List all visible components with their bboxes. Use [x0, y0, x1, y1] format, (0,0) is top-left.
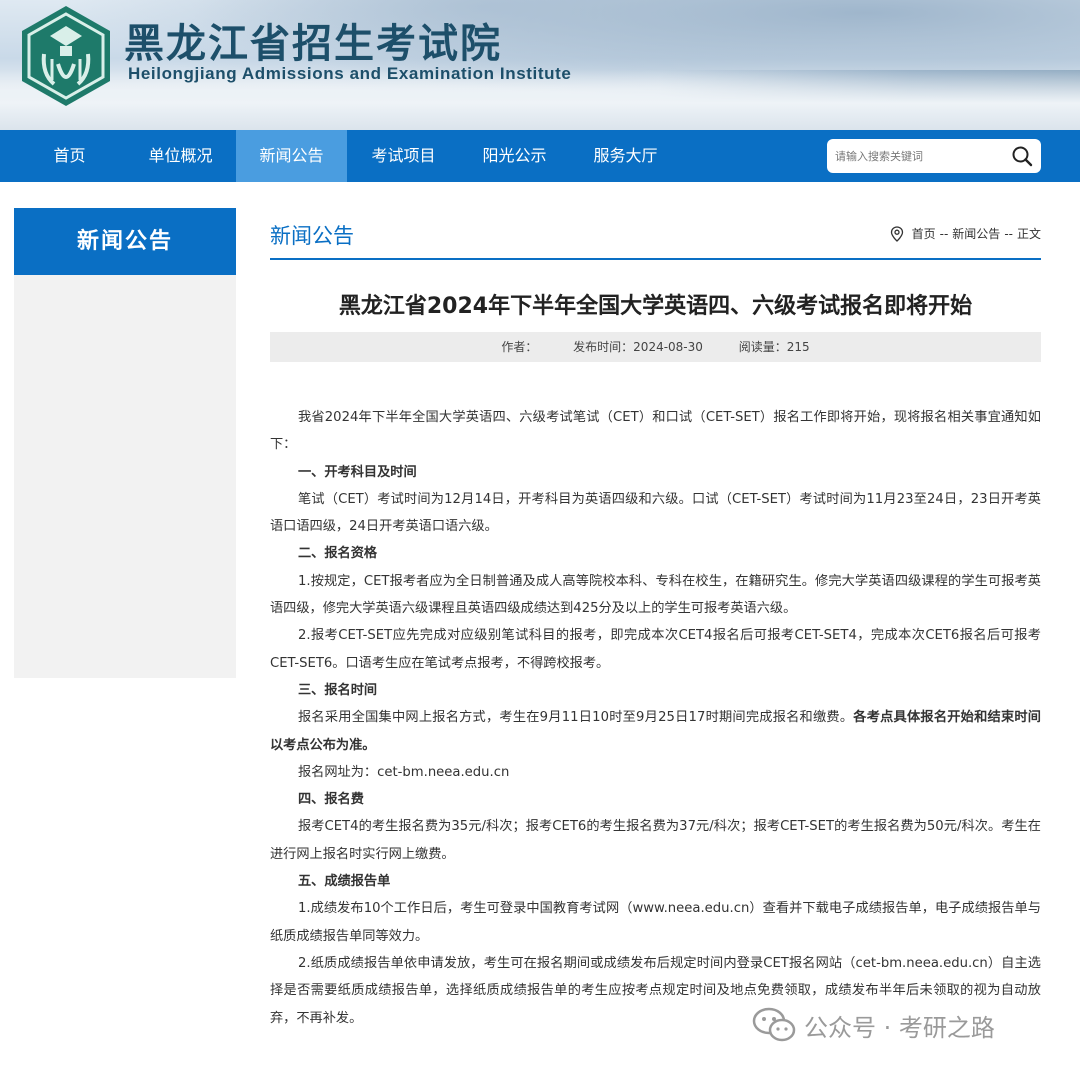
- article-paragraph: 笔试（CET）考试时间为12月14日，开考科目为英语四级和六级。口试（CET-S…: [270, 491, 1041, 535]
- section-title: 新闻公告: [270, 224, 354, 248]
- site-title: 黑龙江省招生考试院: [124, 20, 502, 67]
- article-heading: 三、报名时间: [298, 682, 378, 698]
- article-paragraph: 报名网址为：cet-bm.neea.edu.cn: [298, 764, 510, 780]
- article-body: 我省2024年下半年全国大学英语四、六级考试笔试（CET）和口试（CET-SET…: [270, 404, 1041, 1032]
- article-author: 作者：: [501, 340, 538, 354]
- breadcrumb-separator: --: [939, 226, 949, 241]
- section-divider: [270, 258, 1041, 260]
- article-title: 黑龙江省2024年下半年全国大学英语四、六级考试报名即将开始: [338, 294, 973, 319]
- registration-period-text: 报名采用全国集中网上报名方式，考生在9月11日10时至9月25日17时期间完成报…: [298, 710, 854, 726]
- nav-item-public[interactable]: 阳光公示: [459, 130, 570, 182]
- article-paragraph: 我省2024年下半年全国大学英语四、六级考试笔试（CET）和口试（CET-SET…: [270, 410, 1041, 453]
- search-icon[interactable]: [1011, 145, 1033, 167]
- breadcrumb-section[interactable]: 新闻公告: [952, 225, 1000, 242]
- wechat-icon: [752, 1007, 796, 1042]
- header-banner: 黑龙江省招生考试院 Heilongjiang Admissions and Ex…: [0, 0, 1080, 130]
- nav-item-about[interactable]: 单位概况: [125, 130, 236, 182]
- article-date: 发布时间：2024-08-30: [573, 340, 703, 354]
- breadcrumb: 首页 -- 新闻公告 -- 正文: [890, 225, 1041, 242]
- article-heading: 五、成绩报告单: [298, 874, 391, 890]
- location-pin-icon: [890, 225, 903, 242]
- article-paragraph: 报名采用全国集中网上报名方式，考生在9月11日10时至9月25日17时期间完成报…: [270, 704, 1041, 759]
- article-heading: 一、开考科目及时间: [298, 464, 417, 480]
- article-paragraph: 1.按规定，CET报考者应为全日制普通及成人高等院校本科、专科在校生，在籍研究生…: [270, 573, 1041, 617]
- breadcrumb-current: 正文: [1016, 227, 1041, 241]
- article-heading: 四、报名费: [298, 792, 364, 808]
- seal-logo-icon[interactable]: [16, 4, 116, 108]
- nav-item-home[interactable]: 首页: [14, 130, 125, 182]
- watermark: 公众号 · 考研之路: [752, 1005, 995, 1045]
- nav-item-exams[interactable]: 考试项目: [348, 130, 459, 182]
- sidebar: 新闻公告: [14, 208, 236, 678]
- site-subtitle: Heilongjiang Admissions and Examination …: [128, 64, 572, 83]
- article-meta: 作者： 发布时间：2024-08-30 阅读量：215: [270, 332, 1041, 362]
- watermark-text: 公众号 · 考研之路: [804, 1013, 995, 1042]
- article-paragraph: 报考CET4的考生报名费为35元/科次；报考CET6的考生报名费为37元/科次；…: [270, 819, 1041, 862]
- nav-item-services[interactable]: 服务大厅: [570, 130, 681, 182]
- breadcrumb-separator: --: [1004, 226, 1013, 241]
- article-heading: 二、报名资格: [298, 546, 378, 562]
- article-paragraph: 1.成绩发布10个工作日后，考生可登录中国教育考试网（www.neea.edu.…: [270, 901, 1041, 944]
- search-input[interactable]: [835, 146, 1005, 166]
- article-paragraph: 2.报考CET-SET应先完成对应级别笔试科目的报考，即完成本次CET4报名后可…: [270, 628, 1041, 671]
- nav-item-news[interactable]: 新闻公告: [236, 130, 347, 182]
- search-box: [827, 139, 1041, 173]
- breadcrumb-home[interactable]: 首页: [912, 225, 936, 242]
- sidebar-heading: 新闻公告: [14, 208, 236, 275]
- main-nav: 首页 单位概况 新闻公告 考试项目 阳光公示 服务大厅: [0, 130, 1080, 182]
- article-views: 阅读量：215: [738, 340, 810, 354]
